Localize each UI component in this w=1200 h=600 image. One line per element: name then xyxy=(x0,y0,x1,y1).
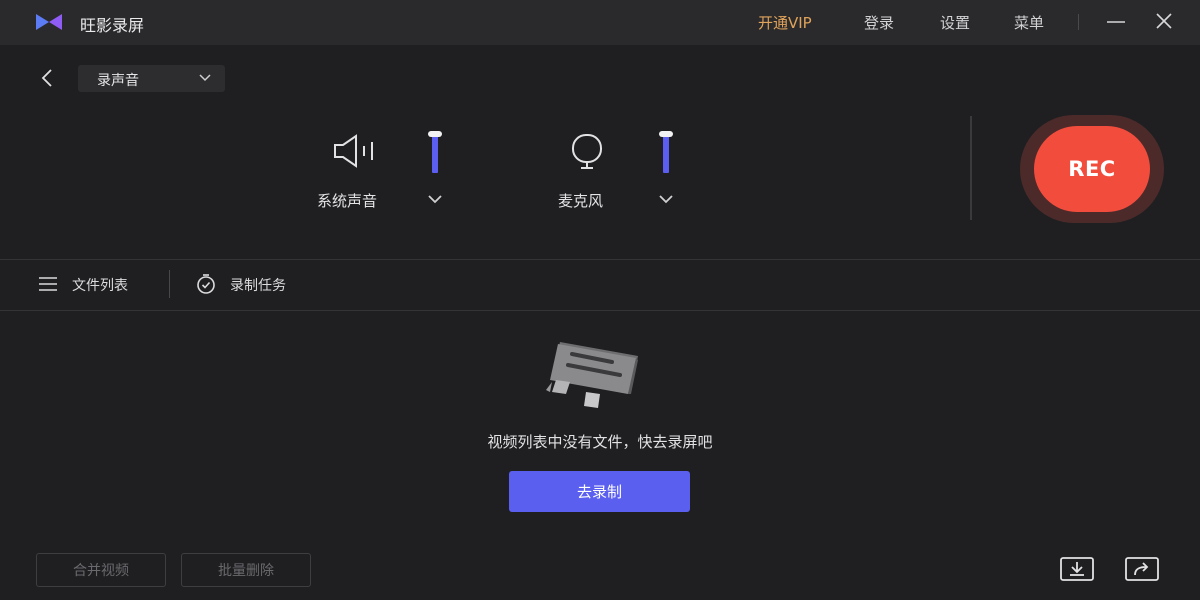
title-bar: 旺影录屏 开通VIP 登录 设置 菜单 xyxy=(0,0,1200,45)
mic-volume-track xyxy=(663,132,669,173)
go-record-button[interactable]: 去录制 xyxy=(509,471,690,512)
mic-volume-thumb[interactable] xyxy=(659,131,673,137)
share-icon[interactable] xyxy=(1124,555,1160,583)
app-title: 旺影录屏 xyxy=(80,16,145,35)
chevron-down-icon xyxy=(199,74,211,82)
app-logo-icon xyxy=(36,14,62,30)
system-volume-thumb[interactable] xyxy=(428,131,442,137)
section-divider-top xyxy=(0,259,1200,260)
microphone-icon[interactable] xyxy=(569,132,607,172)
merge-videos-button[interactable]: 合并视频 xyxy=(36,553,166,587)
tab-file-list[interactable]: 文件列表 xyxy=(38,273,148,295)
minimize-icon[interactable] xyxy=(1103,10,1129,34)
vertical-divider xyxy=(970,116,972,220)
rec-button[interactable]: REC xyxy=(1034,126,1150,212)
section-divider-bottom xyxy=(0,310,1200,311)
login-link[interactable]: 登录 xyxy=(864,12,894,33)
close-icon[interactable] xyxy=(1151,10,1177,34)
tab-record-tasks-label: 录制任务 xyxy=(230,278,286,294)
rec-label: REC xyxy=(1068,157,1116,181)
timer-icon xyxy=(197,274,215,294)
speaker-icon[interactable] xyxy=(332,132,380,170)
record-mode-select[interactable]: 录声音 xyxy=(78,65,225,92)
mic-volume-slider[interactable] xyxy=(659,127,673,173)
tab-record-tasks[interactable]: 录制任务 xyxy=(195,273,305,295)
titlebar-divider xyxy=(1078,14,1079,30)
tab-file-list-label: 文件列表 xyxy=(72,278,128,294)
system-audio-chevron-icon[interactable] xyxy=(427,194,443,204)
settings-link[interactable]: 设置 xyxy=(940,12,970,33)
empty-message: 视频列表中没有文件，快去录屏吧 xyxy=(487,433,713,451)
batch-delete-button[interactable]: 批量删除 xyxy=(181,553,311,587)
empty-files-illustration xyxy=(546,342,638,408)
system-volume-track xyxy=(432,132,438,173)
mic-label: 麦克风 xyxy=(558,192,604,210)
system-volume-slider[interactable] xyxy=(428,127,442,173)
download-icon[interactable] xyxy=(1059,555,1095,583)
tab-divider xyxy=(169,270,170,298)
list-icon xyxy=(39,277,57,291)
back-arrow-icon[interactable] xyxy=(36,66,58,90)
menu-link[interactable]: 菜单 xyxy=(1014,12,1044,33)
system-audio-label: 系统声音 xyxy=(317,192,378,210)
vip-link[interactable]: 开通VIP xyxy=(758,12,812,33)
record-mode-label: 录声音 xyxy=(97,73,139,89)
mic-chevron-icon[interactable] xyxy=(658,194,674,204)
